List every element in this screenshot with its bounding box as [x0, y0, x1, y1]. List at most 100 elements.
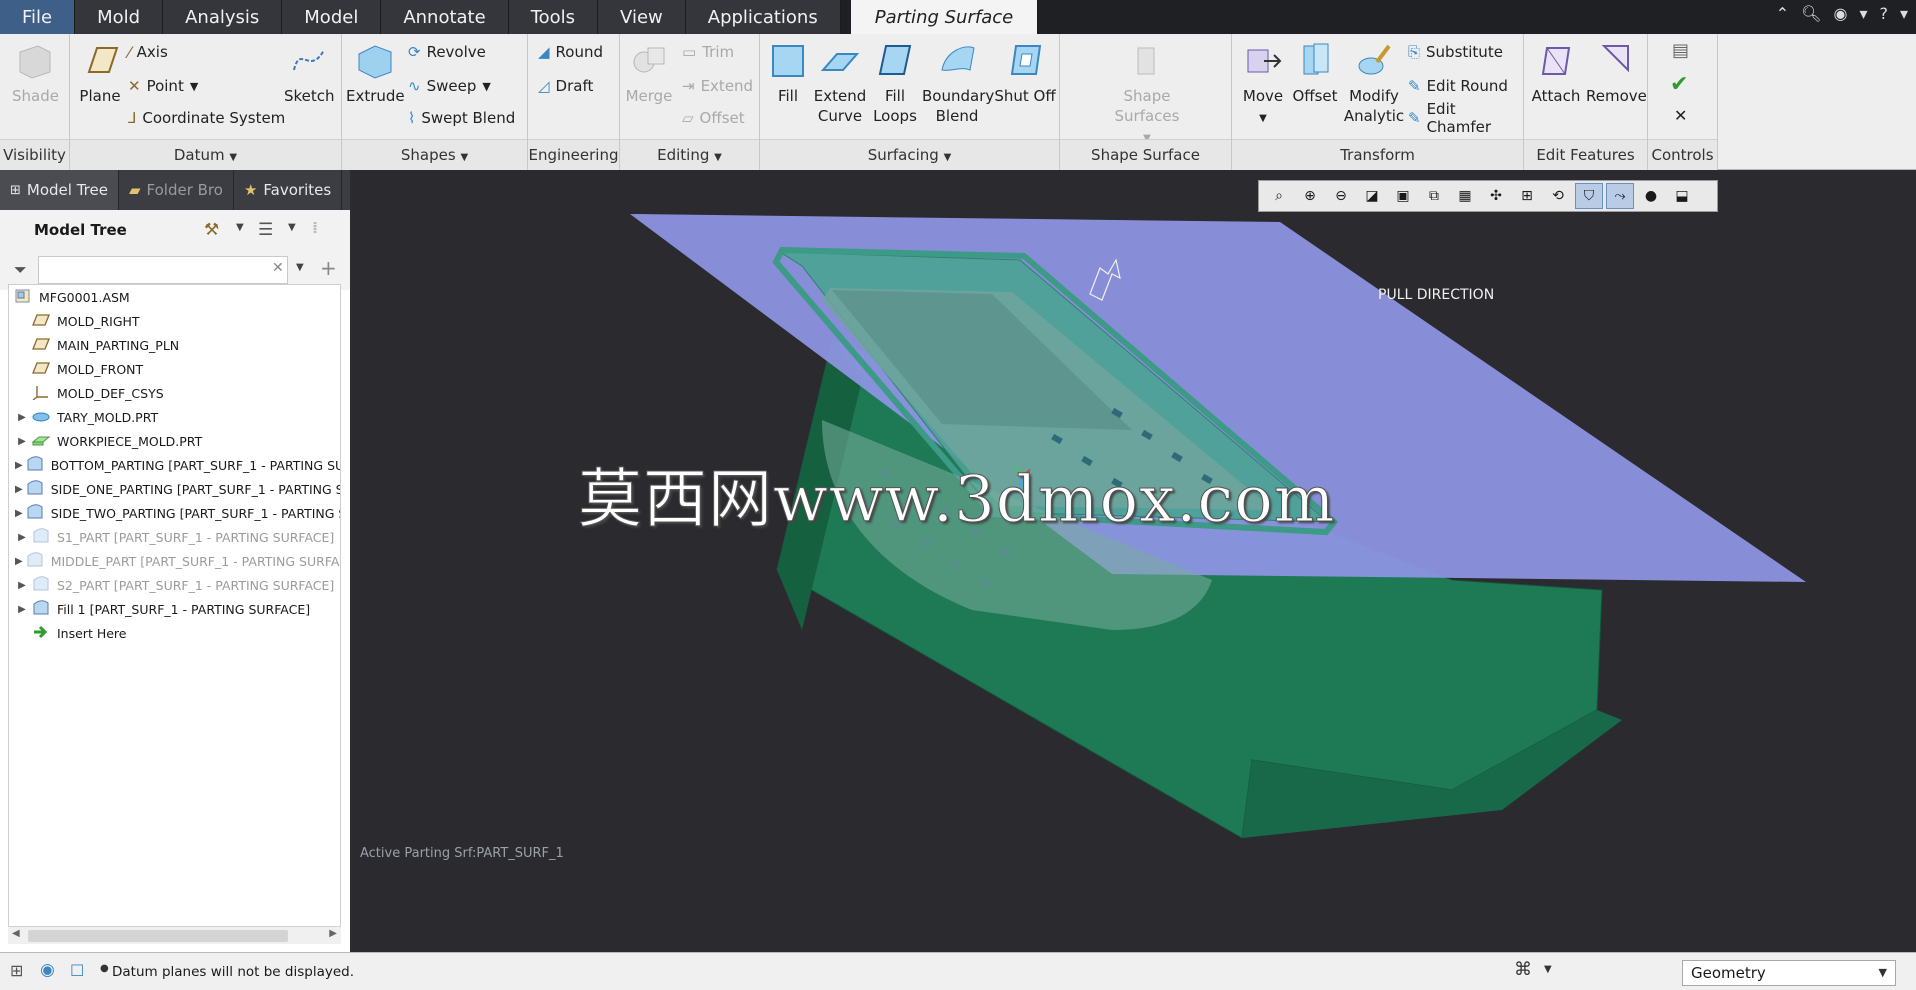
selection-filter-select[interactable]: Geometry ▼ — [1682, 960, 1896, 986]
boundary-blend-button[interactable]: Boundary Blend — [922, 40, 994, 126]
scroll-right-icon[interactable]: ▶ — [329, 928, 337, 939]
tab-tools[interactable]: Tools — [508, 0, 599, 34]
tree-item[interactable]: MOLD_DEF_CSYS — [9, 381, 340, 405]
move-button[interactable]: Move ▼ — [1238, 40, 1288, 129]
show-list-icon[interactable]: ☰ — [258, 220, 273, 240]
expand-arrow-icon[interactable]: ▶ — [15, 436, 29, 447]
point-button[interactable]: ✕ Point ▼ — [128, 72, 198, 100]
expand-arrow-icon[interactable]: ▶ — [15, 556, 23, 567]
file-menu[interactable]: File — [0, 0, 76, 34]
datum-display-icon[interactable]: ✣ — [1482, 183, 1510, 209]
merge-button[interactable]: Merge — [624, 40, 674, 106]
search-icon[interactable]: 🔍︎ — [1801, 4, 1821, 23]
group-label-surfacing[interactable]: Surfacing ▼ — [760, 139, 1059, 170]
scroll-left-icon[interactable]: ◀ — [12, 928, 20, 939]
help-icon[interactable]: ◉ — [1833, 4, 1847, 23]
tree-horizontal-scrollbar[interactable]: ◀ ▶ — [8, 926, 341, 944]
minimize-ribbon-icon[interactable]: ▾ — [1900, 4, 1908, 23]
tab-applications[interactable]: Applications — [685, 0, 841, 34]
filter-funnel-icon[interactable]: ⏷ — [14, 260, 27, 280]
offset-button[interactable]: ▱ Offset — [682, 104, 745, 132]
attach-button[interactable]: Attach — [1528, 40, 1584, 106]
tree-search-input[interactable] — [38, 256, 288, 284]
axis-button[interactable]: ⁄ Axis — [128, 38, 168, 66]
tab-favorites[interactable]: ★ Favorites — [234, 170, 343, 210]
repaint-icon[interactable]: ◪ — [1358, 183, 1386, 209]
extend-curve-button[interactable]: Extend Curve — [812, 40, 868, 126]
substitute-button[interactable]: ⎘ Substitute — [1408, 38, 1503, 66]
tree-item[interactable]: ▶ MIDDLE_PART [PART_SURF_1 - PARTING SURF… — [9, 549, 340, 573]
tree-item[interactable]: MOLD_FRONT — [9, 357, 340, 381]
extrude-button[interactable]: Extrude — [346, 40, 405, 106]
zoom-out-icon[interactable]: ⊖ — [1327, 183, 1355, 209]
chevron-down-icon[interactable]: ▼ — [296, 262, 304, 273]
sketch-button[interactable]: Sketch — [284, 40, 335, 106]
sweep-button[interactable]: ∿ Sweep ▼ — [408, 72, 491, 100]
clear-x-icon[interactable]: ✕ — [272, 260, 284, 276]
round-button[interactable]: ◢ Round — [538, 38, 603, 66]
modify-analytic-button[interactable]: Modify Analytic — [1342, 40, 1406, 126]
shape-surfaces-button[interactable]: ShapeSurfaces ▼ — [1112, 40, 1182, 149]
group-label-shapes[interactable]: Shapes ▼ — [342, 139, 527, 170]
shade-button[interactable]: Shade — [12, 40, 59, 106]
chevron-down-icon[interactable]: ▼ — [1544, 964, 1552, 975]
tab-model[interactable]: Model — [282, 0, 382, 34]
tree-item[interactable]: ▶ WORKPIECE_MOLD.PRT — [9, 429, 340, 453]
tree-item[interactable]: ▶ SIDE_ONE_PARTING [PART_SURF_1 - PARTING… — [9, 477, 340, 501]
tab-folder-browser[interactable]: ▰ Folder Bro — [119, 170, 234, 210]
zoom-in-icon[interactable]: ⊕ — [1296, 183, 1324, 209]
transform-offset-button[interactable]: Offset — [1290, 40, 1340, 106]
tree-item[interactable]: Insert Here — [9, 621, 340, 645]
tab-view[interactable]: View — [598, 0, 686, 34]
fill-loops-button[interactable]: Fill Loops — [870, 40, 920, 126]
add-filter-icon[interactable]: + — [320, 256, 337, 280]
shut-off-button[interactable]: Shut Off — [994, 40, 1056, 106]
feature-properties-icon[interactable]: ▤ — [1672, 40, 1689, 61]
tree-item[interactable]: ▶ BOTTOM_PARTING [PART_SURF_1 - PARTING S… — [9, 453, 340, 477]
collapse-ribbon-icon[interactable]: ⌃ — [1776, 4, 1789, 23]
tree-item[interactable]: ▶ SIDE_TWO_PARTING [PART_SURF_1 - PARTING… — [9, 501, 340, 525]
tree-item[interactable]: MFG0001.ASM — [9, 285, 340, 309]
tab-model-tree[interactable]: ⊞ Model Tree — [0, 170, 119, 210]
tree-item[interactable]: ▶ S2_PART [PART_SURF_1 - PARTING SURFACE] — [9, 573, 340, 597]
swept-blend-button[interactable]: ⌇ Swept Blend — [408, 104, 515, 132]
saved-orientations-icon[interactable]: ⧉ — [1420, 183, 1448, 209]
expand-arrow-icon[interactable]: ▶ — [15, 604, 29, 615]
parting-surface-display-icon[interactable]: ⛉ — [1575, 183, 1603, 209]
help-question-icon[interactable]: ? — [1879, 4, 1888, 23]
revolve-button[interactable]: ⟳ Revolve — [408, 38, 486, 66]
graphics-viewport[interactable]: ⌕ ⊕ ⊖ ◪ ▣ ⧉ ▦ ✣ ⊞ ⟲ ⛉ ⤳ ● ⬓ PULL DIRECTI… — [352, 170, 1916, 952]
chevron-down-icon[interactable]: ▾ — [1859, 4, 1867, 23]
tree-item[interactable]: MAIN_PARTING_PLN — [9, 333, 340, 357]
hide-tree-icon[interactable]: ⁞ — [312, 218, 318, 237]
annotation-display-icon[interactable]: ⊞ — [1513, 183, 1541, 209]
navigator-toggle-icon[interactable]: ⊞ — [10, 961, 23, 980]
tab-mold[interactable]: Mold — [75, 0, 164, 34]
expand-arrow-icon[interactable]: ▶ — [15, 508, 23, 519]
chevron-down-icon[interactable]: ▼ — [236, 222, 244, 233]
tree-item[interactable]: ▶ S1_PART [PART_SURF_1 - PARTING SURFACE] — [9, 525, 340, 549]
ok-check-icon[interactable]: ✔ — [1670, 72, 1688, 97]
display-style-icon[interactable]: ▣ — [1389, 183, 1417, 209]
settings-hammer-icon[interactable]: ⚒ — [204, 220, 219, 240]
tab-parting-surface[interactable]: Parting Surface — [850, 0, 1039, 34]
expand-arrow-icon[interactable]: ▶ — [15, 580, 29, 591]
tab-analysis[interactable]: Analysis — [163, 0, 283, 34]
draft-button[interactable]: ◿ Draft — [538, 72, 593, 100]
refit-icon[interactable]: ⌕ — [1265, 183, 1293, 209]
tree-item[interactable]: MOLD_RIGHT — [9, 309, 340, 333]
plane-button[interactable]: Plane — [78, 40, 122, 106]
tab-annotate[interactable]: Annotate — [381, 0, 509, 34]
scrollbar-thumb[interactable] — [28, 930, 288, 942]
browser-icon[interactable]: ◉ — [40, 960, 55, 980]
fill-button[interactable]: Fill — [766, 40, 810, 106]
spin-center-icon[interactable]: ⟲ — [1544, 183, 1572, 209]
expand-arrow-icon[interactable]: ▶ — [15, 484, 23, 495]
view-manager-icon[interactable]: ▦ — [1451, 183, 1479, 209]
parting-line-display-icon[interactable]: ⤳ — [1606, 183, 1634, 209]
tree-item[interactable]: ▶ TARY_MOLD.PRT — [9, 405, 340, 429]
chevron-down-icon[interactable]: ▼ — [288, 222, 296, 233]
edit-round-button[interactable]: ✎ Edit Round — [1408, 72, 1508, 100]
trim-button[interactable]: ▭ Trim — [682, 38, 734, 66]
tree-item[interactable]: ▶ Fill 1 [PART_SURF_1 - PARTING SURFACE] — [9, 597, 340, 621]
